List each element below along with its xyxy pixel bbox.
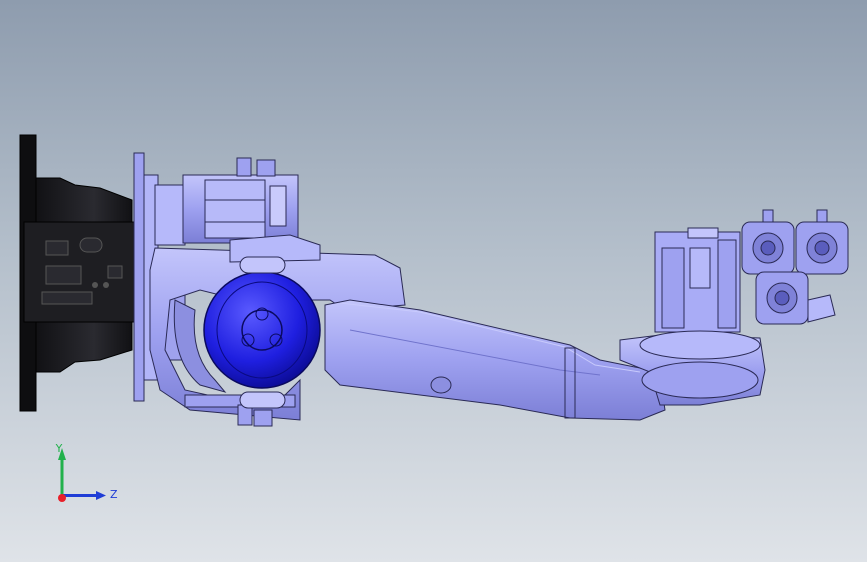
z-axis-arrow-icon — [96, 491, 106, 500]
robot-arm-model[interactable] — [0, 0, 867, 562]
origin-point-icon — [58, 494, 66, 502]
upper-arm — [324, 299, 666, 421]
z-axis-label: Z — [110, 488, 118, 501]
y-axis-line — [60, 459, 64, 495]
axis2-motor — [182, 157, 299, 244]
z-axis-line — [63, 494, 97, 497]
y-axis-label: Y — [55, 442, 63, 455]
cad-viewport[interactable]: Y Z — [0, 0, 867, 562]
wrist-motors — [741, 209, 849, 325]
axis-triad: Y Z — [55, 442, 118, 502]
